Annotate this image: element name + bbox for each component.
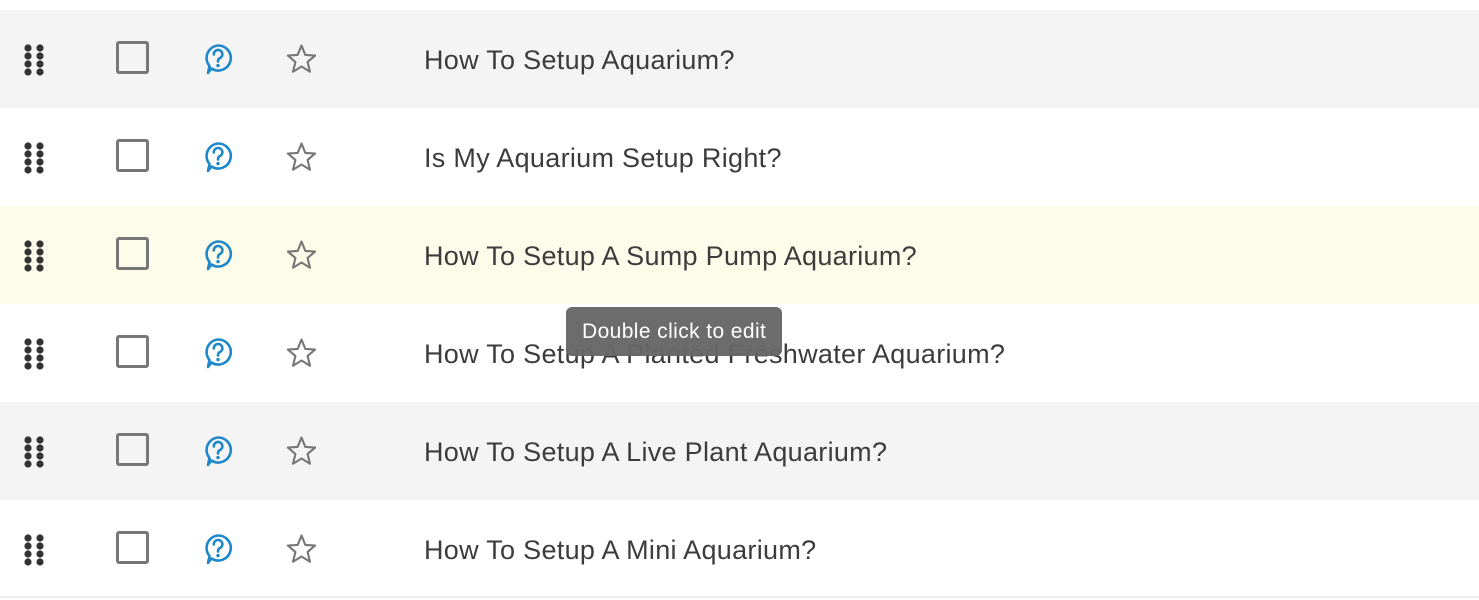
star-outline-icon[interactable]	[284, 336, 319, 370]
question-text[interactable]: How To Setup A Sump Pump Aquarium?	[424, 239, 917, 273]
question-bubble-icon[interactable]	[203, 337, 233, 369]
list-item[interactable]: How To Setup A Live Plant Aquarium?	[0, 402, 1479, 500]
drag-handle-icon[interactable]	[22, 44, 46, 76]
question-bubble-icon[interactable]	[203, 141, 233, 173]
drag-handle-icon[interactable]	[22, 240, 46, 272]
star-outline-icon[interactable]	[284, 532, 319, 566]
list-item[interactable]: How To Setup A Mini Aquarium?	[0, 500, 1479, 598]
row-checkbox[interactable]	[116, 41, 149, 74]
question-bubble-icon[interactable]	[203, 43, 233, 75]
row-checkbox[interactable]	[116, 433, 149, 466]
drag-handle-icon[interactable]	[22, 338, 46, 370]
question-bubble-icon[interactable]	[203, 239, 233, 271]
star-outline-icon[interactable]	[284, 238, 319, 272]
row-checkbox[interactable]	[116, 531, 149, 564]
question-text[interactable]: How To Setup A Live Plant Aquarium?	[424, 435, 887, 469]
list-item[interactable]: Is My Aquarium Setup Right?	[0, 108, 1479, 206]
list-item[interactable]: How To Setup Aquarium?	[0, 10, 1479, 108]
question-list: How To Setup Aquarium? Is My Aquarium Se…	[0, 10, 1479, 598]
question-bubble-icon[interactable]	[203, 435, 233, 467]
star-outline-icon[interactable]	[284, 140, 319, 174]
star-outline-icon[interactable]	[284, 434, 319, 468]
row-checkbox[interactable]	[116, 335, 149, 368]
edit-tooltip: Double click to edit	[566, 307, 783, 356]
row-checkbox[interactable]	[116, 139, 149, 172]
drag-handle-icon[interactable]	[22, 534, 46, 566]
list-item[interactable]: How To Setup A Sump Pump Aquarium?	[0, 206, 1479, 304]
question-bubble-icon[interactable]	[203, 533, 233, 565]
drag-handle-icon[interactable]	[22, 142, 46, 174]
question-text[interactable]: How To Setup A Mini Aquarium?	[424, 533, 816, 567]
star-outline-icon[interactable]	[284, 42, 319, 76]
drag-handle-icon[interactable]	[22, 436, 46, 468]
question-text[interactable]: Is My Aquarium Setup Right?	[424, 141, 782, 175]
row-checkbox[interactable]	[116, 237, 149, 270]
question-text[interactable]: How To Setup Aquarium?	[424, 43, 735, 77]
